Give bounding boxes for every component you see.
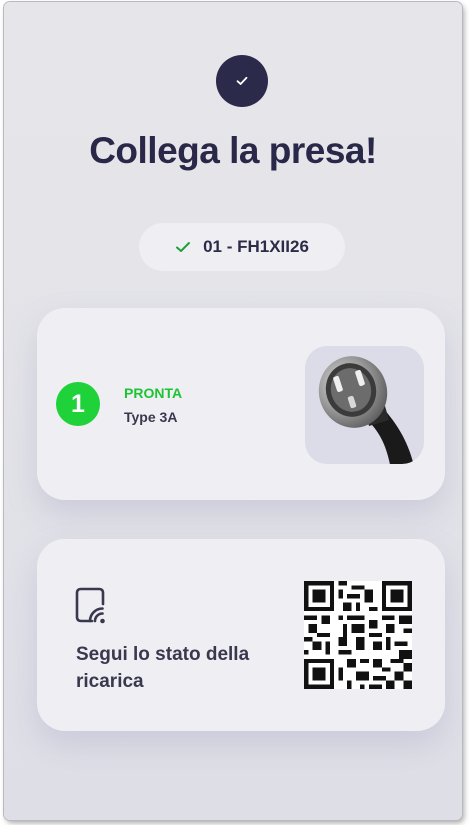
connector-number-badge: 1 xyxy=(56,382,100,426)
success-check-badge xyxy=(216,55,268,107)
qr-code[interactable] xyxy=(304,581,412,689)
page-title: Collega la presa! xyxy=(89,130,377,171)
screen: Collega la presa! 01 - FH1XII26 1 PRONTA… xyxy=(4,2,462,820)
cast-icon xyxy=(75,587,105,624)
connector-card[interactable]: 1 PRONTA Type 3A xyxy=(37,308,445,500)
tracking-label: Segui lo stato della ricarica xyxy=(76,644,250,692)
station-code-pill: 01 - FH1XII26 xyxy=(139,223,345,271)
check-icon xyxy=(176,242,191,252)
charging-status-card[interactable]: Segui lo stato della ricarica xyxy=(37,539,445,731)
station-code: 01 - FH1XII26 xyxy=(203,237,309,256)
connector-status: PRONTA xyxy=(124,385,183,401)
connector-type: Type 3A xyxy=(124,409,178,425)
ev-plug-image xyxy=(305,346,424,464)
check-icon xyxy=(236,76,248,85)
